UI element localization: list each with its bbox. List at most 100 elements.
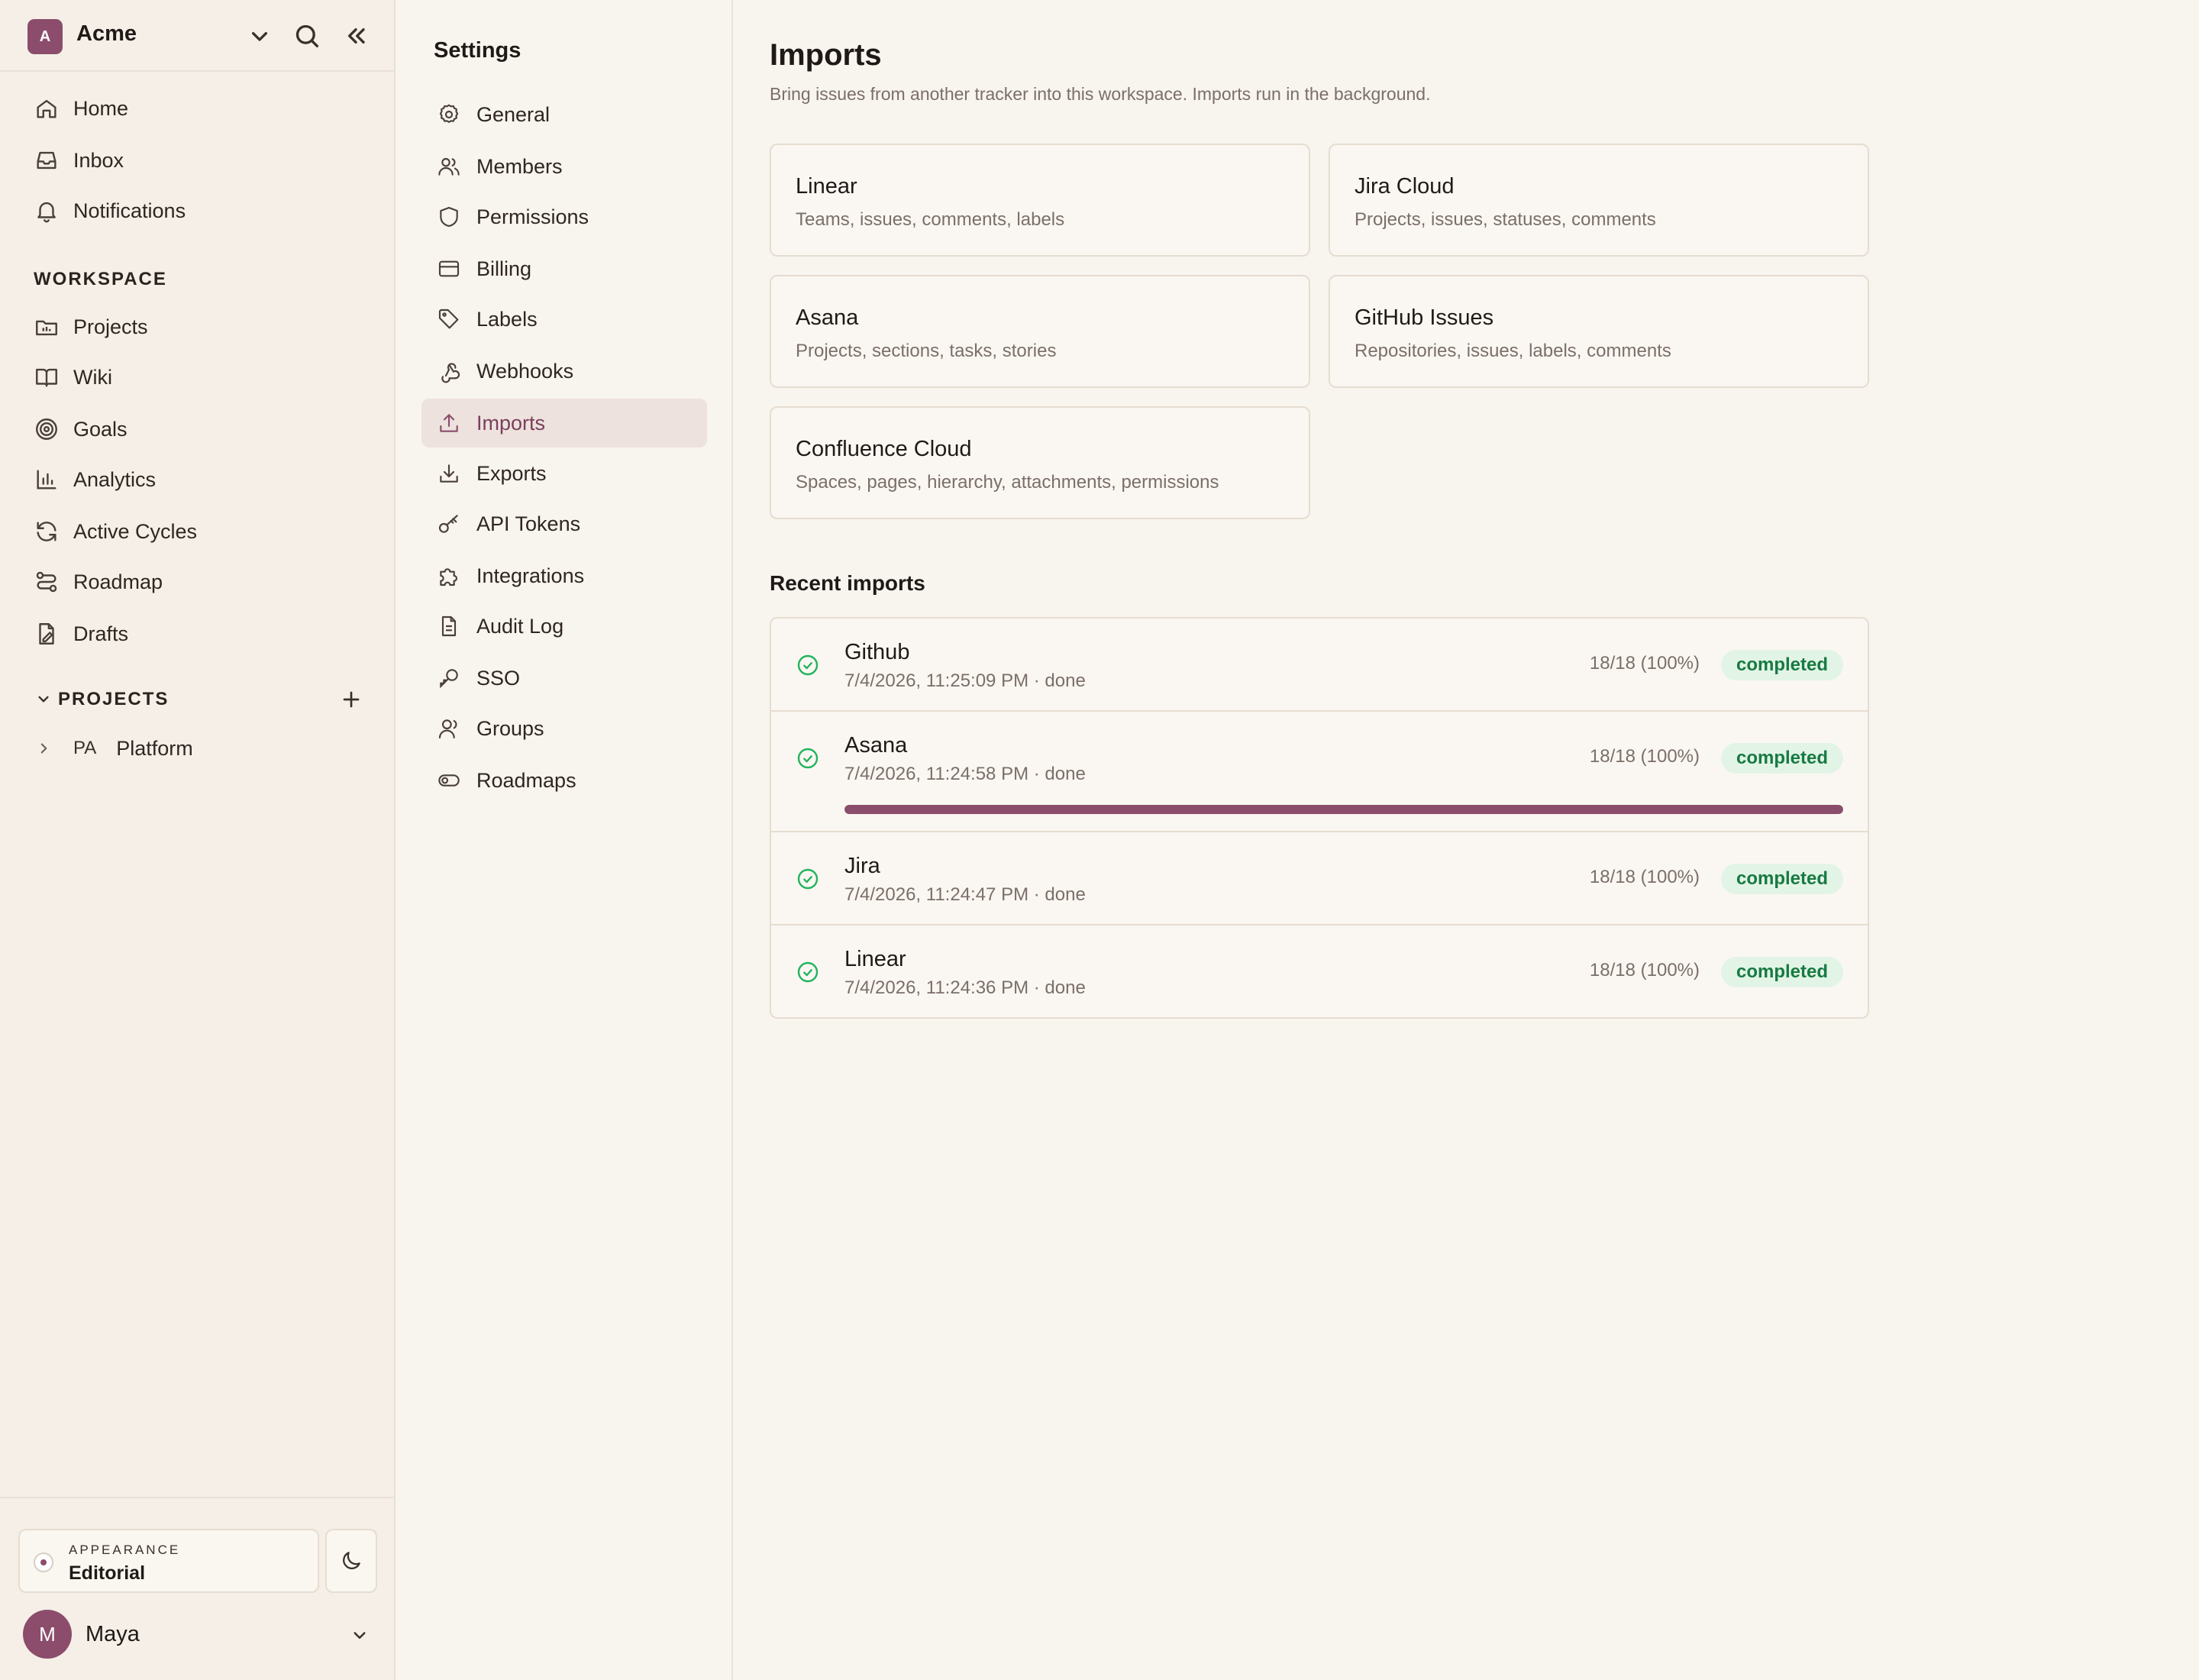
nav-item-roadmap[interactable]: Roadmap bbox=[18, 559, 377, 605]
nav-item-active-cycles[interactable]: Active Cycles bbox=[18, 509, 377, 554]
import-row-github[interactable]: Github 7/4/2026, 11:25:09 PM · done 18/1… bbox=[771, 619, 1868, 712]
nav-item-analytics[interactable]: Analytics bbox=[18, 457, 377, 502]
settings-item-groups[interactable]: Groups bbox=[421, 704, 707, 753]
add-project-icon[interactable] bbox=[337, 686, 365, 713]
import-count: 18/18 (100%) bbox=[1589, 960, 1700, 981]
settings-item-label: Billing bbox=[476, 257, 532, 280]
project-item-platform[interactable]: PA Platform bbox=[18, 725, 377, 771]
import-source-github-issues[interactable]: GitHub Issues Repositories, issues, labe… bbox=[1329, 275, 1869, 388]
bar-chart-icon bbox=[34, 467, 60, 493]
nav-item-drafts[interactable]: Drafts bbox=[18, 611, 377, 657]
import-meta: 7/4/2026, 11:24:36 PM · done bbox=[844, 977, 1086, 998]
sidebar-divider bbox=[0, 1497, 394, 1498]
status-badge: completed bbox=[1720, 864, 1843, 894]
credit-card-icon bbox=[437, 257, 461, 281]
settings-item-api-tokens[interactable]: API Tokens bbox=[421, 499, 707, 548]
projects-collapse-chevron-icon[interactable] bbox=[34, 689, 53, 709]
settings-item-imports[interactable]: Imports bbox=[421, 399, 707, 447]
settings-item-label: Imports bbox=[476, 411, 546, 435]
settings-item-label: Permissions bbox=[476, 205, 589, 228]
source-description: Projects, issues, statuses, comments bbox=[1355, 209, 1656, 230]
app-window: A Acme Home Inbox Notifications WORKSPAC bbox=[0, 0, 2199, 1680]
draft-icon bbox=[34, 621, 60, 647]
nav-item-label: Notifications bbox=[73, 199, 186, 222]
user-menu[interactable]: M Maya bbox=[23, 1610, 382, 1660]
nav-item-label: Wiki bbox=[73, 365, 112, 389]
import-source-confluence-cloud[interactable]: Confluence Cloud Spaces, pages, hierarch… bbox=[770, 406, 1310, 519]
nav-item-projects[interactable]: Projects bbox=[18, 304, 377, 350]
import-meta: 7/4/2026, 11:24:58 PM · done bbox=[844, 764, 1086, 784]
import-name: Github bbox=[844, 640, 910, 664]
source-name: Asana bbox=[796, 305, 859, 330]
nav-item-goals[interactable]: Goals bbox=[18, 406, 377, 452]
import-source-linear[interactable]: Linear Teams, issues, comments, labels bbox=[770, 144, 1310, 257]
source-name: GitHub Issues bbox=[1355, 305, 1494, 330]
import-row-asana[interactable]: Asana 7/4/2026, 11:24:58 PM · done 18/18… bbox=[771, 712, 1868, 832]
settings-item-label: Groups bbox=[476, 716, 544, 740]
chevron-down-icon[interactable] bbox=[244, 21, 275, 51]
settings-item-webhooks[interactable]: Webhooks bbox=[421, 347, 707, 396]
settings-item-roadmaps[interactable]: Roadmaps bbox=[421, 756, 707, 805]
settings-item-exports[interactable]: Exports bbox=[421, 449, 707, 498]
settings-item-label: Labels bbox=[476, 307, 538, 331]
source-name: Linear bbox=[796, 174, 857, 199]
chevron-down-icon[interactable] bbox=[348, 1623, 371, 1646]
import-row-linear[interactable]: Linear 7/4/2026, 11:24:36 PM · done 18/1… bbox=[771, 926, 1868, 1017]
settings-item-label: API Tokens bbox=[476, 512, 581, 535]
projects-icon bbox=[34, 314, 60, 340]
target-icon bbox=[34, 416, 60, 442]
import-source-asana[interactable]: Asana Projects, sections, tasks, stories bbox=[770, 275, 1310, 388]
source-name: Jira Cloud bbox=[1355, 174, 1455, 199]
appearance-label: APPEARANCE bbox=[69, 1543, 181, 1557]
status-badge: completed bbox=[1720, 957, 1843, 987]
key-icon bbox=[437, 512, 461, 536]
document-icon bbox=[437, 614, 461, 638]
project-code: PA bbox=[73, 738, 97, 758]
recent-imports-title: Recent imports bbox=[770, 571, 925, 595]
check-circle-icon bbox=[796, 746, 820, 771]
search-icon[interactable] bbox=[292, 21, 322, 51]
status-badge: completed bbox=[1720, 743, 1843, 774]
settings-item-general[interactable]: General bbox=[421, 90, 707, 139]
nav-item-inbox[interactable]: Inbox bbox=[18, 137, 377, 183]
nav-item-label: Analytics bbox=[73, 467, 157, 491]
users-icon bbox=[437, 154, 461, 179]
projects-section-title[interactable]: PROJECTS bbox=[58, 689, 169, 710]
settings-item-audit-log[interactable]: Audit Log bbox=[421, 602, 707, 651]
chevron-right-icon[interactable] bbox=[34, 738, 53, 758]
book-icon bbox=[34, 364, 60, 390]
puzzle-icon bbox=[437, 564, 461, 588]
settings-item-label: Webhooks bbox=[476, 359, 574, 383]
import-progress-fill bbox=[844, 805, 1843, 814]
imports-page: Imports Bring issues from another tracke… bbox=[733, 0, 2199, 1680]
settings-item-permissions[interactable]: Permissions bbox=[421, 192, 707, 241]
import-count: 18/18 (100%) bbox=[1589, 746, 1700, 767]
gear-icon bbox=[437, 102, 461, 127]
import-source-jira-cloud[interactable]: Jira Cloud Projects, issues, statuses, c… bbox=[1329, 144, 1869, 257]
nav-item-wiki[interactable]: Wiki bbox=[18, 354, 377, 400]
check-circle-icon bbox=[796, 867, 820, 891]
source-description: Teams, issues, comments, labels bbox=[796, 209, 1065, 230]
nav-item-notifications[interactable]: Notifications bbox=[18, 188, 377, 234]
import-name: Linear bbox=[844, 947, 906, 971]
nav-item-label: Roadmap bbox=[73, 570, 163, 593]
settings-item-billing[interactable]: Billing bbox=[421, 244, 707, 293]
settings-item-label: SSO bbox=[476, 666, 521, 690]
nav-item-label: Projects bbox=[73, 315, 148, 338]
bell-icon bbox=[34, 198, 60, 224]
settings-item-members[interactable]: Members bbox=[421, 142, 707, 191]
workspace-section-title: WORKSPACE bbox=[34, 269, 167, 289]
nav-item-home[interactable]: Home bbox=[18, 86, 377, 131]
appearance-switcher[interactable]: APPEARANCE Editorial bbox=[18, 1529, 319, 1593]
dark-mode-toggle[interactable] bbox=[325, 1529, 377, 1593]
settings-item-label: Exports bbox=[476, 461, 547, 485]
workspace-name[interactable]: Acme bbox=[76, 21, 137, 47]
settings-item-integrations[interactable]: Integrations bbox=[421, 551, 707, 600]
route-icon bbox=[34, 569, 60, 595]
workspace-avatar[interactable]: A bbox=[27, 19, 63, 54]
import-row-jira[interactable]: Jira 7/4/2026, 11:24:47 PM · done 18/18 … bbox=[771, 832, 1868, 926]
settings-item-labels[interactable]: Labels bbox=[421, 295, 707, 344]
inbox-icon bbox=[34, 147, 60, 173]
settings-item-sso[interactable]: SSO bbox=[421, 654, 707, 703]
collapse-sidebar-icon[interactable] bbox=[341, 21, 371, 51]
